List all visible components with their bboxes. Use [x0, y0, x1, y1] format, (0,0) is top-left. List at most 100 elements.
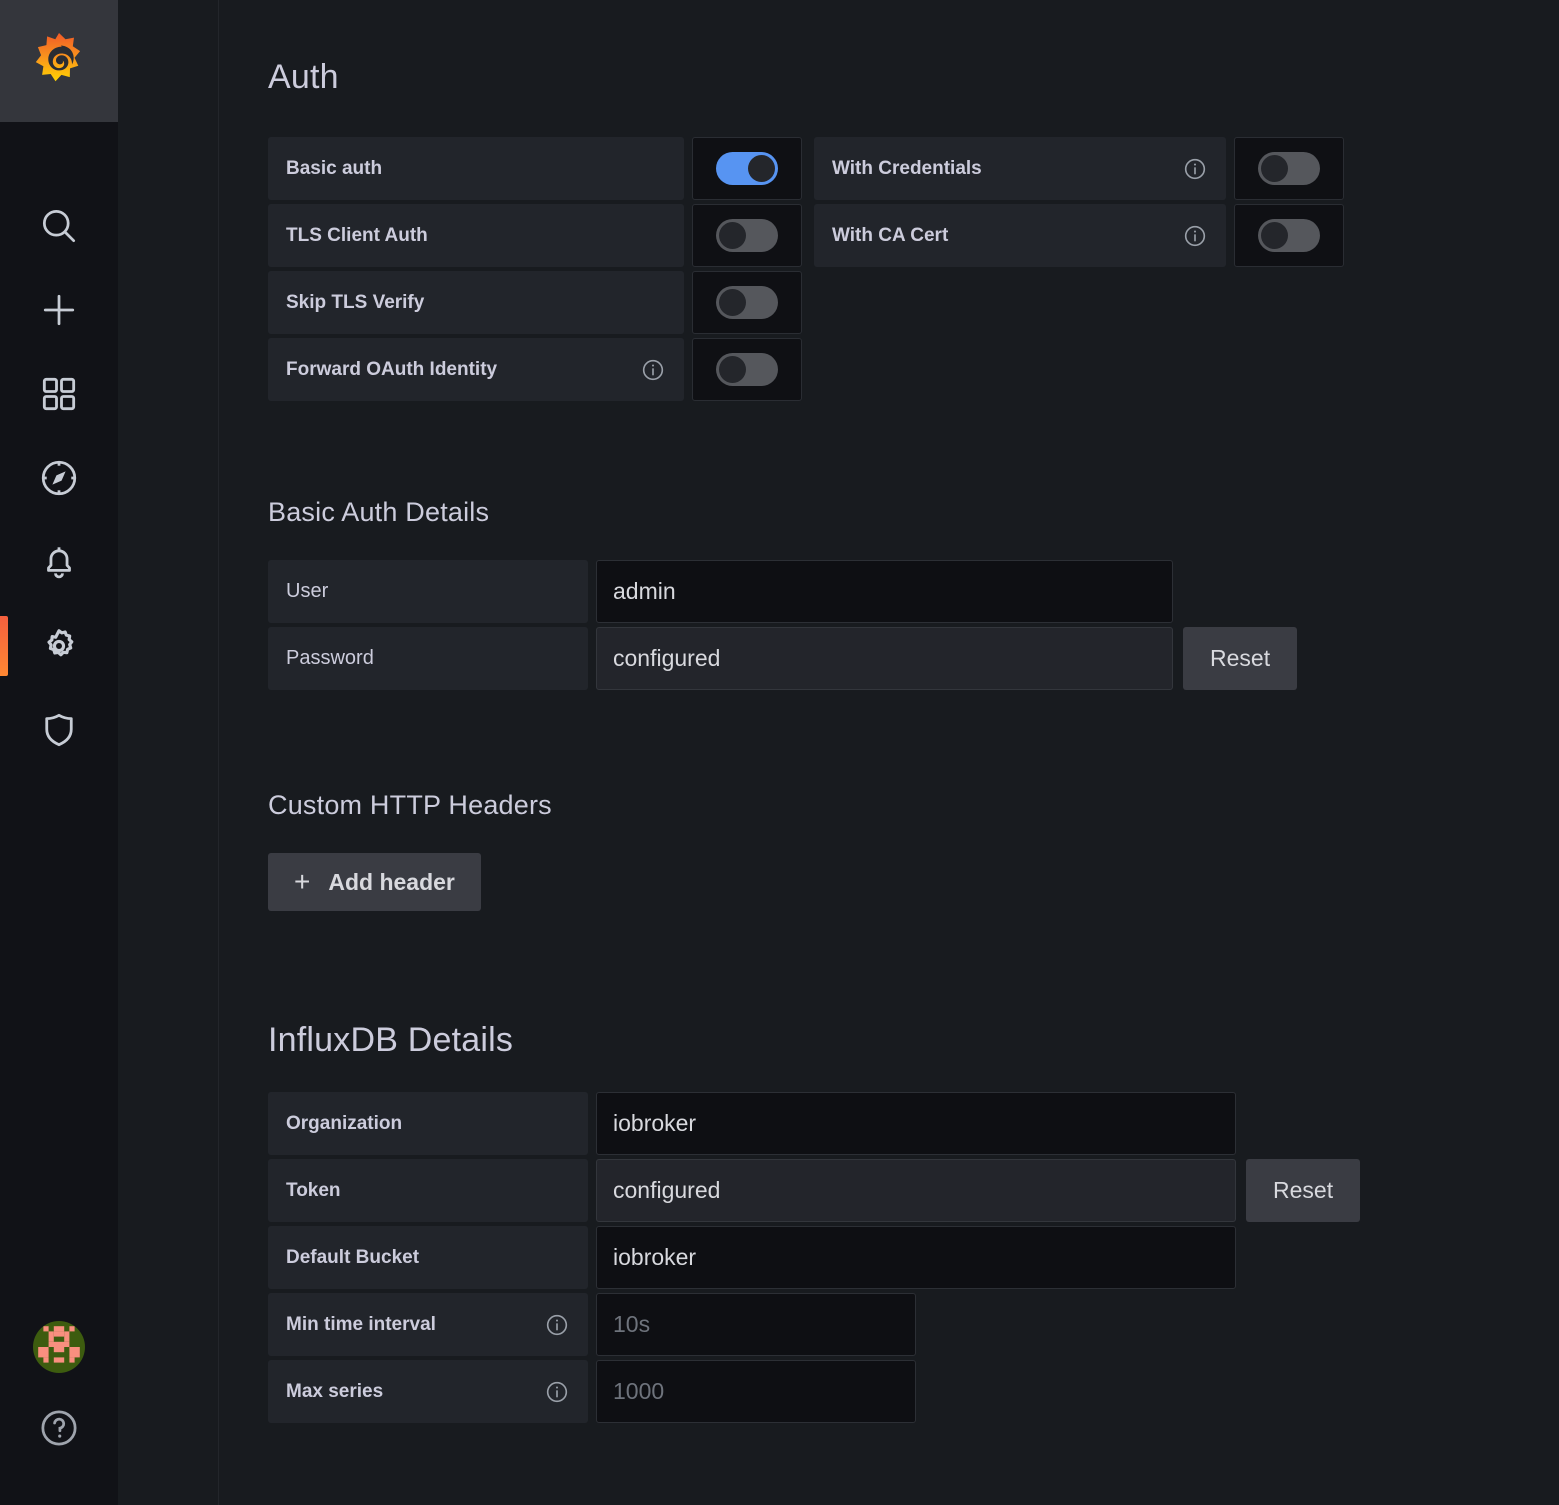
sidebar-item-dashboards[interactable]	[0, 352, 118, 436]
auth-toggle-grid: Basic auth With Credentials TLS Client A…	[268, 137, 1559, 401]
label-min-time-interval: Min time interval	[268, 1293, 588, 1356]
sidebar-nav-bottom	[0, 1305, 118, 1471]
auth-row-basic-auth: Basic auth With Credentials	[268, 137, 1559, 200]
field-row-password: Password configured Reset	[268, 627, 1559, 690]
label-with-ca-cert: With CA Cert	[814, 204, 1226, 267]
influxdb-fields: Organization iobroker Token configured R…	[268, 1092, 1559, 1423]
label-default-bucket: Default Bucket	[268, 1226, 588, 1289]
influxdb-details-section: InfluxDB Details Organization iobroker T…	[268, 1021, 1559, 1423]
sidebar-item-server-admin[interactable]	[0, 688, 118, 772]
custom-http-headers-section: Custom HTTP Headers + Add header	[268, 790, 1559, 911]
label-basic-auth: Basic auth	[268, 137, 684, 200]
grafana-datasource-settings-page: Auth Basic auth With Credentials TLS Cli…	[0, 0, 1559, 1505]
reset-token-button[interactable]: Reset	[1246, 1159, 1361, 1222]
switch-with-credentials[interactable]	[1258, 152, 1320, 185]
default-bucket-input[interactable]: iobroker	[596, 1226, 1236, 1289]
info-icon[interactable]	[526, 1312, 570, 1338]
max-series-placeholder: 1000	[613, 1378, 665, 1404]
add-header-label: Add header	[328, 868, 455, 895]
organization-input[interactable]: iobroker	[596, 1092, 1236, 1155]
label-max-series: Max series	[268, 1360, 588, 1423]
influxdb-details-title: InfluxDB Details	[268, 1021, 514, 1059]
shield-icon	[38, 709, 80, 751]
label-text: Token	[286, 1179, 341, 1201]
token-input[interactable]: configured	[596, 1159, 1236, 1222]
sidebar-item-explore[interactable]	[0, 436, 118, 520]
toggle-tls-client-auth[interactable]	[692, 204, 802, 267]
min-time-interval-placeholder: 10s	[613, 1311, 651, 1337]
toggle-basic-auth[interactable]	[692, 137, 802, 200]
label-text: With CA Cert	[832, 224, 949, 246]
field-row-min-time-interval: Min time interval 10s	[268, 1293, 1559, 1356]
sidebar-item-alerting[interactable]	[0, 520, 118, 604]
info-icon[interactable]	[1164, 156, 1208, 182]
switch-tls-client-auth[interactable]	[716, 219, 778, 252]
field-row-organization: Organization iobroker	[268, 1092, 1559, 1155]
auth-section-title: Auth	[268, 58, 339, 96]
switch-with-ca-cert[interactable]	[1258, 219, 1320, 252]
password-input-value: configured	[613, 645, 721, 671]
basic-auth-details-title: Basic Auth Details	[268, 497, 490, 527]
basic-auth-fields: User admin Password configured Reset	[268, 560, 1559, 690]
label-text: With Credentials	[832, 157, 982, 179]
auth-row-tls-client-auth: TLS Client Auth With CA Cert	[268, 204, 1559, 267]
sidebar-item-search[interactable]	[0, 184, 118, 268]
search-icon	[37, 204, 81, 248]
help-icon	[37, 1406, 81, 1455]
label-token: Token	[268, 1159, 588, 1222]
toggle-forward-oauth-identity[interactable]	[692, 338, 802, 401]
bell-icon	[38, 541, 80, 583]
label-password: Password	[268, 627, 588, 690]
label-forward-oauth-identity: Forward OAuth Identity	[268, 338, 684, 401]
field-row-token: Token configured Reset	[268, 1159, 1559, 1222]
label-text: Organization	[286, 1112, 403, 1134]
max-series-input[interactable]: 1000	[596, 1360, 916, 1423]
label-skip-tls-verify: Skip TLS Verify	[268, 271, 684, 334]
default-bucket-input-value: iobroker	[613, 1244, 697, 1270]
dashboards-icon	[39, 374, 79, 414]
toggle-with-ca-cert[interactable]	[1234, 204, 1344, 267]
auth-row-forward-oauth-identity: Forward OAuth Identity	[268, 338, 1559, 401]
reset-password-button[interactable]: Reset	[1183, 627, 1298, 690]
info-icon[interactable]	[622, 357, 666, 383]
info-icon[interactable]	[1164, 223, 1208, 249]
toggle-skip-tls-verify[interactable]	[692, 271, 802, 334]
user-input[interactable]: admin	[596, 560, 1173, 623]
switch-basic-auth[interactable]	[716, 152, 778, 185]
add-header-wrap: + Add header	[268, 853, 1559, 911]
custom-http-headers-title: Custom HTTP Headers	[268, 790, 552, 820]
switch-skip-tls-verify[interactable]	[716, 286, 778, 319]
info-icon[interactable]	[526, 1379, 570, 1405]
label-text: User	[286, 580, 329, 602]
sidebar-item-create[interactable]	[0, 268, 118, 352]
min-time-interval-input[interactable]: 10s	[596, 1293, 916, 1356]
label-user: User	[268, 560, 588, 623]
user-profile-menu[interactable]	[0, 1305, 118, 1389]
sidebar-item-configuration[interactable]	[0, 604, 118, 688]
label-text: Default Bucket	[286, 1246, 420, 1268]
label-text: Forward OAuth Identity	[286, 358, 498, 380]
label-text: Skip TLS Verify	[286, 291, 425, 313]
content-gutter	[118, 0, 219, 1505]
help-menu[interactable]	[0, 1389, 118, 1471]
grafana-logo[interactable]	[0, 0, 118, 122]
label-text: TLS Client Auth	[286, 224, 428, 246]
field-row-max-series: Max series 1000	[268, 1360, 1559, 1423]
label-text: Password	[286, 647, 374, 669]
user-input-value: admin	[613, 578, 676, 604]
label-text: Max series	[286, 1380, 384, 1402]
label-text: Basic auth	[286, 157, 383, 179]
add-header-button[interactable]: + Add header	[268, 853, 481, 911]
label-tls-client-auth: TLS Client Auth	[268, 204, 684, 267]
gear-icon	[38, 625, 80, 667]
toggle-with-credentials[interactable]	[1234, 137, 1344, 200]
basic-auth-details-section: Basic Auth Details User admin Password c…	[268, 497, 1559, 690]
compass-icon	[37, 456, 81, 500]
auth-row-skip-tls-verify: Skip TLS Verify	[268, 271, 1559, 334]
field-row-user: User admin	[268, 560, 1559, 623]
plus-icon	[37, 288, 81, 332]
switch-forward-oauth-identity[interactable]	[716, 353, 778, 386]
password-input[interactable]: configured	[596, 627, 1173, 690]
main-sidebar	[0, 0, 118, 1505]
avatar	[33, 1321, 85, 1373]
